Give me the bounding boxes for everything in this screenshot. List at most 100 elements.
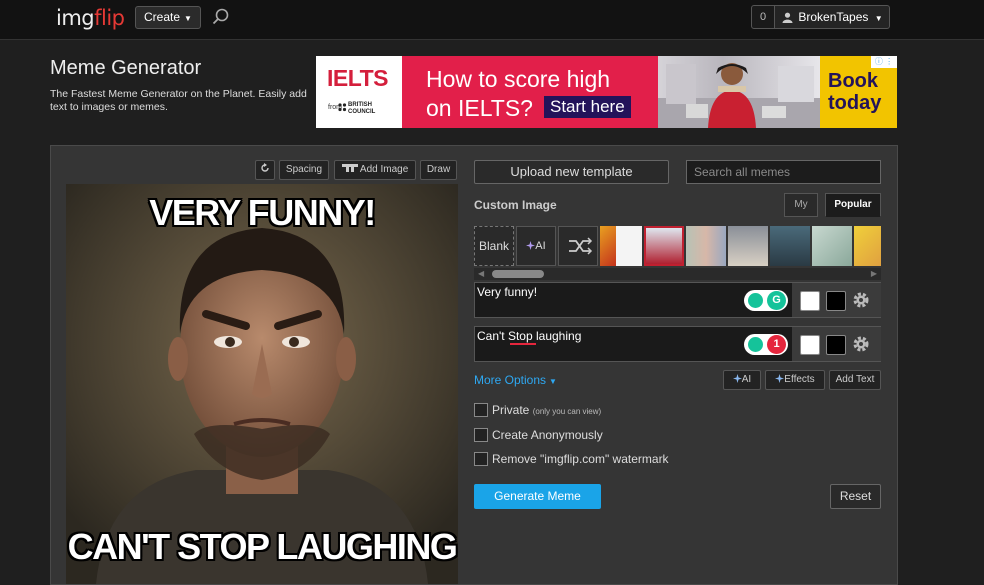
meme-canvas[interactable]: VERY FUNNY! CAN'T STOP LAUGHING <box>66 184 458 584</box>
private-label: Private <box>492 403 530 417</box>
shuffle-template-button[interactable] <box>558 226 598 266</box>
ad-headline-line1: How to score high <box>426 66 611 92</box>
scrollbar-thumb[interactable] <box>492 270 544 278</box>
notification-count[interactable]: 0 <box>751 5 775 29</box>
add-image-label: Add Image <box>359 164 409 175</box>
sparkle-icon <box>526 241 536 250</box>
ad-photo <box>658 56 820 128</box>
create-dropdown-button[interactable]: Create ▼ <box>135 6 201 29</box>
imgflip-logo[interactable]: imgflip <box>56 6 125 30</box>
anonymous-option[interactable]: Create Anonymously <box>474 428 603 442</box>
ad-headline-panel: How to score high on IELTS? Start here <box>402 56 658 128</box>
text-box-1[interactable]: Very funny! G <box>474 282 881 318</box>
grammarly-issue-count: 1 <box>767 335 786 354</box>
gear-icon[interactable] <box>852 335 870 353</box>
grammarly-widget[interactable]: 1 <box>744 334 788 355</box>
ad-logo-panel: IELTS from BRITISH COUNCIL <box>316 56 402 128</box>
spacing-button[interactable]: Spacing <box>279 160 329 180</box>
add-text-button[interactable]: Add Text <box>829 370 881 390</box>
scroll-left-icon[interactable]: ◀ <box>478 269 484 278</box>
ai-label: AI <box>535 240 546 252</box>
image-icon <box>341 164 358 172</box>
grammarly-bulb-icon <box>748 293 763 308</box>
user-menu-button[interactable]: BrokenTapes ▼ <box>774 5 890 29</box>
template-thumb-4[interactable] <box>686 226 726 266</box>
ai-button-label: AI <box>741 374 752 385</box>
sparkle-icon <box>775 374 785 383</box>
anonymous-label: Create Anonymously <box>492 428 603 442</box>
create-label: Create <box>144 10 181 24</box>
effects-button[interactable]: Effects <box>765 370 825 390</box>
ad-headline-line2: on IELTS? <box>426 95 533 121</box>
text-box-1-style-controls <box>792 283 881 317</box>
ad-side-line1: Book <box>828 70 878 92</box>
template-thumb-2[interactable] <box>616 226 642 266</box>
template-thumb-1[interactable] <box>600 226 616 266</box>
rotate-button[interactable] <box>255 160 275 180</box>
private-option[interactable]: Private (only you can view) <box>474 403 601 417</box>
user-icon <box>782 12 793 23</box>
custom-image-label: Custom Image <box>474 198 557 212</box>
tab-my[interactable]: My <box>784 193 818 217</box>
ad-choices-badge[interactable]: ⓘ ⋮ <box>871 56 897 68</box>
grammarly-g-icon: G <box>767 291 786 310</box>
template-thumb-6[interactable] <box>770 226 810 266</box>
generate-meme-button[interactable]: Generate Meme <box>474 484 601 509</box>
ad-side-line2: today <box>828 92 882 114</box>
logo-text-img: img <box>56 6 95 30</box>
ai-button[interactable]: AI <box>723 370 761 390</box>
outline-color-swatch[interactable] <box>826 291 846 311</box>
template-strip-scrollbar[interactable]: ◀ ▶ <box>474 268 881 280</box>
ad-side-text: Book today <box>828 70 881 114</box>
ad-cta-button[interactable]: Start here <box>544 96 631 118</box>
template-thumb-8[interactable] <box>854 226 881 266</box>
text-box-2-style-controls <box>792 327 881 361</box>
watermark-label: Remove "imgflip.com" watermark <box>492 452 669 466</box>
add-image-button[interactable]: Add Image <box>334 160 416 180</box>
gear-icon[interactable] <box>852 291 870 309</box>
text-box-1-value[interactable]: Very funny! <box>477 285 537 299</box>
tab-popular[interactable]: Popular <box>825 193 881 217</box>
chevron-down-icon: ▼ <box>184 14 192 23</box>
meme-search-input[interactable] <box>686 160 881 184</box>
rotate-icon <box>261 163 269 172</box>
spelling-underline <box>510 343 536 345</box>
more-options-link[interactable]: More Options ▼ <box>474 373 557 387</box>
template-thumb-7[interactable] <box>812 226 852 266</box>
watermark-checkbox[interactable] <box>474 452 488 466</box>
template-thumb-5[interactable] <box>728 226 768 266</box>
grammarly-widget[interactable]: G <box>744 290 788 311</box>
username-label: BrokenTapes <box>798 10 869 24</box>
scroll-right-icon[interactable]: ▶ <box>871 269 877 278</box>
ad-brand: IELTS <box>327 65 388 91</box>
meme-bottom-text[interactable]: CAN'T STOP LAUGHING <box>66 526 458 568</box>
ad-banner[interactable]: IELTS from BRITISH COUNCIL How to score … <box>316 56 897 128</box>
text-color-swatch[interactable] <box>800 291 820 311</box>
logo-text-flip: flip <box>94 6 125 30</box>
watermark-option[interactable]: Remove "imgflip.com" watermark <box>474 452 669 466</box>
outline-color-swatch[interactable] <box>826 335 846 355</box>
search-icon[interactable] <box>211 7 231 27</box>
effects-label: Effects <box>784 374 815 385</box>
private-checkbox[interactable] <box>474 403 488 417</box>
anonymous-checkbox[interactable] <box>474 428 488 442</box>
template-thumb-3[interactable] <box>644 226 684 266</box>
blank-template-button[interactable]: Blank <box>474 226 514 266</box>
chevron-down-icon: ▼ <box>874 14 883 23</box>
meme-top-text[interactable]: VERY FUNNY! <box>66 192 458 234</box>
more-options-label: More Options <box>474 373 547 387</box>
text-box-2[interactable]: Can't Stop laughing 1 <box>474 326 881 362</box>
page-title: Meme Generator <box>50 57 202 79</box>
ad-students-illustration <box>658 63 820 128</box>
ai-template-button[interactable]: AI <box>516 226 556 266</box>
text-color-swatch[interactable] <box>800 335 820 355</box>
ad-partner: BRITISH COUNCIL <box>348 102 376 115</box>
top-nav-bar: imgflip Create ▼ 0 BrokenTapes ▼ <box>0 0 984 40</box>
grammarly-bulb-icon <box>748 337 763 352</box>
draw-button[interactable]: Draw <box>420 160 457 180</box>
text-box-2-value[interactable]: Can't Stop laughing <box>477 329 581 343</box>
upload-template-button[interactable]: Upload new template <box>474 160 669 184</box>
reset-button[interactable]: Reset <box>830 484 881 509</box>
page-subtitle: The Fastest Meme Generator on the Planet… <box>50 88 307 113</box>
shuffle-icon <box>569 237 593 255</box>
